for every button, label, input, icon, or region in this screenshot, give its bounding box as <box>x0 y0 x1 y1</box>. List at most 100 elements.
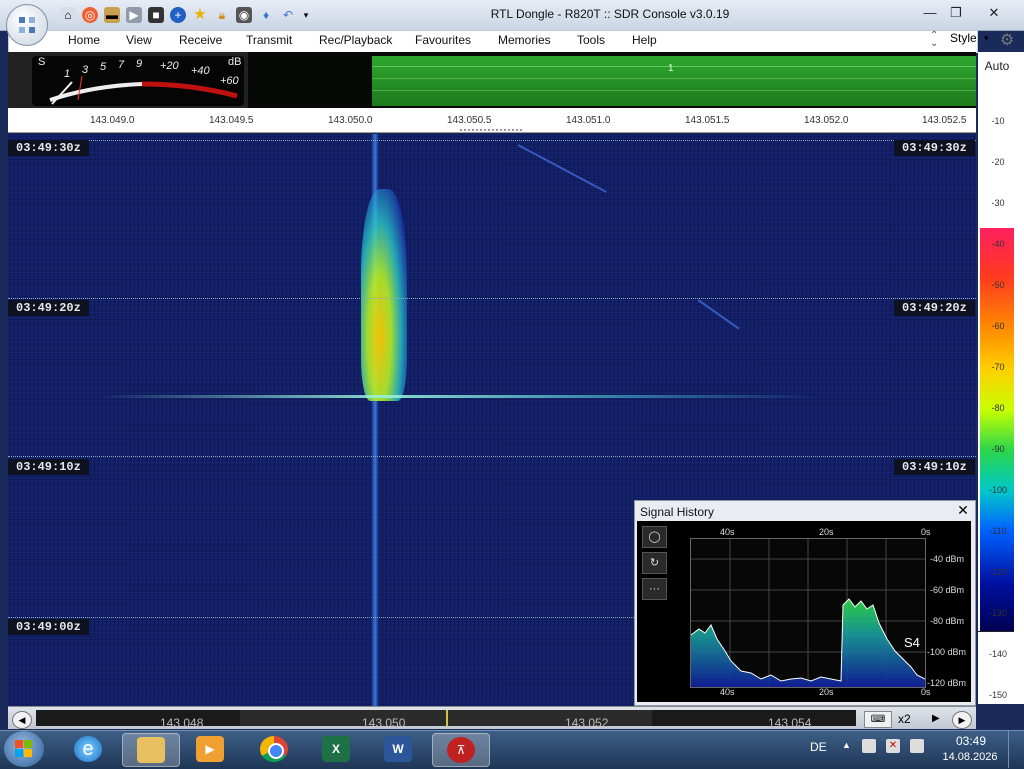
style-menu[interactable]: Style <box>950 31 977 45</box>
scale-label: -110 <box>989 526 1007 536</box>
more-options-button[interactable]: ··· <box>642 578 667 600</box>
star-icon[interactable]: ★ <box>192 7 208 23</box>
gear-icon[interactable]: ⚙ <box>996 30 1018 50</box>
start-button[interactable] <box>4 731 44 767</box>
tray-network-icon[interactable]: ✕ <box>886 739 900 753</box>
history-time-label: 20s <box>819 687 834 697</box>
signal-tail <box>98 395 818 398</box>
history-dbm-label: -100 dBm <box>927 647 967 657</box>
lock-icon[interactable]: 🔒︎ <box>214 7 230 23</box>
scroll-right-icon[interactable]: ▶ <box>952 711 972 729</box>
zoom-selector[interactable]: x2 <box>898 712 911 726</box>
menu-memories[interactable]: Memories <box>498 33 551 47</box>
minimize-button[interactable]: — <box>918 4 942 22</box>
history-time-label: 0s <box>921 527 931 537</box>
scroll-left-icon[interactable]: ◀ <box>12 711 32 729</box>
signal-history-close-button[interactable]: ✕ <box>956 502 970 519</box>
tray-display-icon[interactable] <box>910 739 924 753</box>
signal-history-title: Signal History <box>640 505 715 519</box>
tuning-freq-label: 143.052 <box>565 716 609 730</box>
auto-scale-button[interactable]: Auto <box>978 59 1016 73</box>
home-icon[interactable]: ⌂ <box>60 7 76 23</box>
menu-home[interactable]: Home <box>68 33 100 47</box>
smeter-label: +40 <box>191 65 210 77</box>
style-dropdown-icon[interactable]: ▾ <box>984 33 989 44</box>
history-dbm-label: -60 dBm <box>930 585 965 595</box>
history-time-label: 0s <box>921 687 931 697</box>
clock-date[interactable]: 14.08.2026 <box>938 751 1002 763</box>
smeter-label: 1 <box>64 68 71 80</box>
tray-expand-icon[interactable]: ▲ <box>842 740 851 750</box>
scale-label: -120 <box>988 567 1007 577</box>
show-desktop-button[interactable] <box>1008 731 1024 768</box>
menu-transmit[interactable]: Transmit <box>246 33 292 47</box>
tuning-marker <box>446 710 448 726</box>
taskbar-sdr-console[interactable]: ⊼ <box>432 733 490 767</box>
timestamp-left: 03:49:30z <box>8 140 89 156</box>
taskbar-internet-explorer[interactable]: e <box>60 733 116 765</box>
keyboard-icon[interactable]: ⌨ <box>864 711 892 728</box>
time-gridline <box>8 456 976 457</box>
menu-help[interactable]: Help <box>632 33 657 47</box>
freq-tick-label: 143.050.5 <box>447 115 492 126</box>
restore-button[interactable]: ❐ <box>944 4 968 22</box>
ruler-drag-handle[interactable] <box>460 129 522 133</box>
clock-time[interactable]: 03:49 <box>946 734 996 748</box>
tuning-scroll-track[interactable] <box>36 710 856 726</box>
folder-icon <box>137 737 165 763</box>
tuning-freq-label: 143.050 <box>362 716 406 730</box>
menu-favourites[interactable]: Favourites <box>415 33 471 47</box>
close-button[interactable]: ✕ <box>974 4 1014 22</box>
timestamp-right: 03:49:30z <box>894 140 975 156</box>
menu-view[interactable]: View <box>126 33 152 47</box>
taskbar-excel[interactable]: X <box>308 733 364 765</box>
history-dbm-label: -40 dBm <box>930 554 965 564</box>
smeter-label: +20 <box>160 60 179 72</box>
scale-label: -40 <box>991 239 1005 249</box>
history-time-label: 20s <box>819 527 834 537</box>
history-time-label: 40s <box>720 527 735 537</box>
menu-tools[interactable]: Tools <box>577 33 605 47</box>
smeter-label: +60 <box>220 75 239 87</box>
word-icon: W <box>384 736 412 762</box>
play-icon[interactable]: ▶ <box>126 7 142 23</box>
meteor-burst-signal <box>361 189 407 401</box>
taskbar-media-player[interactable]: ▶ <box>182 733 238 765</box>
excel-icon: X <box>322 736 350 762</box>
menu-rec-playback[interactable]: Rec/Playback <box>319 33 392 47</box>
undo-icon[interactable]: ↶ <box>280 7 296 23</box>
menu-receive[interactable]: Receive <box>179 33 222 47</box>
quick-access-dropdown-icon[interactable]: ▾ <box>298 7 314 23</box>
app-logo-button[interactable] <box>6 4 48 46</box>
taskbar-chrome[interactable] <box>246 733 302 765</box>
stop-icon[interactable]: ■ <box>148 7 164 23</box>
zoom-arrow-icon[interactable]: ▶ <box>932 713 940 724</box>
freq-tick-label: 143.051.5 <box>685 115 730 126</box>
history-dbm-label: -120 dBm <box>927 678 967 688</box>
add-icon[interactable]: + <box>170 7 186 23</box>
record-toggle-button[interactable]: ◯ <box>642 526 667 548</box>
signal-history-plot <box>690 538 926 688</box>
smeter-label: 3 <box>82 64 89 76</box>
lifebuoy-icon[interactable]: ◎ <box>82 7 98 23</box>
style-updown-icon[interactable]: ⌃ ⌄ <box>930 31 938 49</box>
drop-icon[interactable]: ♦ <box>258 7 274 23</box>
timestamp-left: 03:49:10z <box>8 459 89 475</box>
scale-label: -50 <box>991 280 1005 290</box>
taskbar-explorer[interactable] <box>122 733 180 767</box>
palette-marker[interactable] <box>978 631 1014 632</box>
scale-label: -20 <box>991 157 1005 167</box>
timestamp-left: 03:49:00z <box>8 619 89 635</box>
scale-label: -140 <box>988 649 1007 659</box>
taskbar-word[interactable]: W <box>370 733 426 765</box>
timestamp-right: 03:49:20z <box>894 300 975 316</box>
camera-icon[interactable]: ◉ <box>236 7 252 23</box>
tray-device-icon[interactable] <box>862 739 876 753</box>
scale-label: -90 <box>991 444 1005 454</box>
passband-filter[interactable] <box>372 56 976 106</box>
language-indicator[interactable]: DE <box>810 740 827 754</box>
reset-button[interactable]: ↻ <box>642 552 667 574</box>
internet-explorer-icon: e <box>74 736 102 762</box>
folder-icon[interactable]: ▬ <box>104 7 120 23</box>
media-player-icon: ▶ <box>196 736 224 762</box>
